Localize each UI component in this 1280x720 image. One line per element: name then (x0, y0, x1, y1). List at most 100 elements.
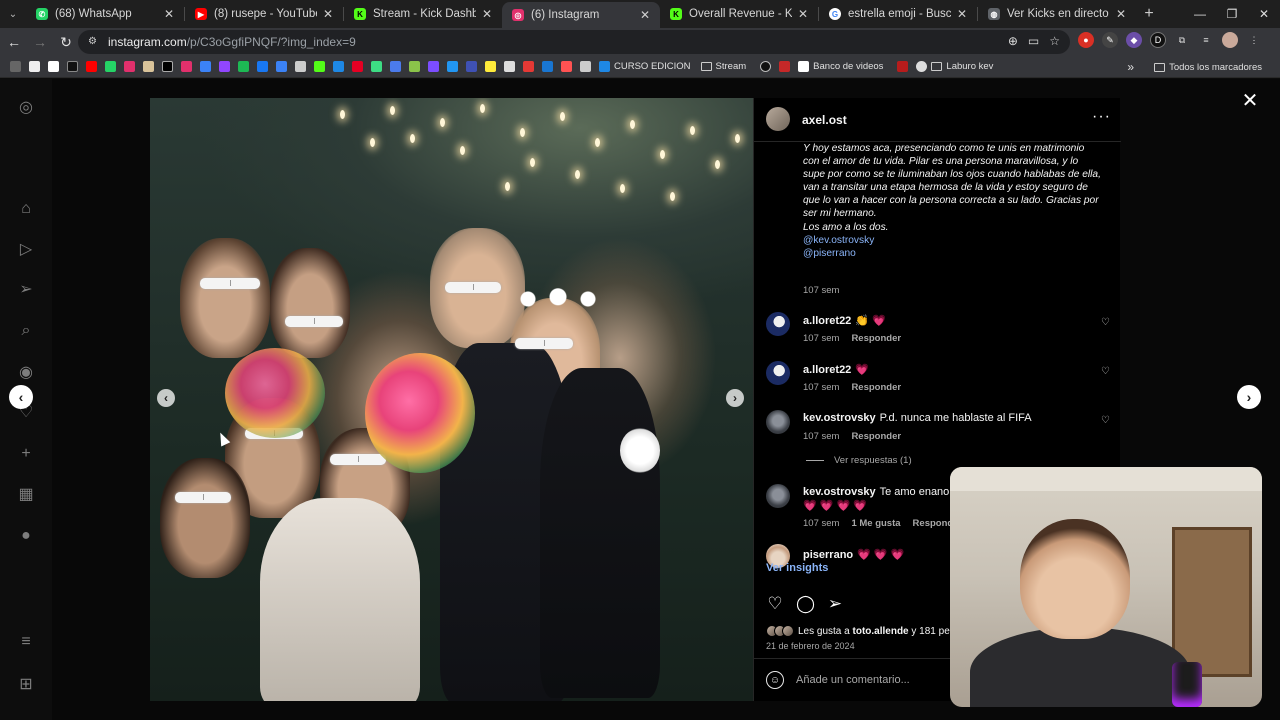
comment-username[interactable]: kev.ostrovsky (803, 486, 876, 498)
zoom-icon[interactable]: ⊕ (1008, 34, 1018, 48)
whatsapp-bookmark-icon[interactable] (105, 61, 116, 72)
post-date[interactable]: 21 de febrero de 2024 (766, 641, 855, 651)
bookmark-icon[interactable] (897, 61, 909, 72)
new-tab-button[interactable]: + (1136, 5, 1162, 23)
reels-icon[interactable]: ▷ (16, 239, 36, 259)
bookmark-icon[interactable] (466, 61, 477, 72)
pinterest-icon[interactable] (352, 61, 363, 72)
bookmark-icon[interactable] (390, 61, 401, 72)
bookmark-icon[interactable] (295, 61, 306, 72)
bookmark-icon[interactable] (504, 61, 515, 72)
bookmark-icon[interactable] (333, 61, 344, 72)
likes-summary[interactable]: Les gusta a toto.allende y 181 pe (766, 625, 950, 637)
bookmark-icon[interactable] (371, 61, 382, 72)
back-icon[interactable]: ← (2, 30, 26, 54)
close-tab-icon[interactable]: ✕ (1114, 7, 1128, 21)
apps-grid-icon[interactable] (10, 61, 21, 72)
comment-input[interactable]: Añade un comentario... (796, 674, 910, 686)
profile-icon[interactable]: ● (16, 526, 36, 546)
tab-ver-kicks[interactable]: ◍ Ver Kicks en directo ✕ (978, 0, 1136, 28)
reply-button[interactable]: Responder (851, 431, 901, 442)
caption-timestamp[interactable]: 107 sem (803, 285, 839, 296)
instagram-logo-icon[interactable]: ◎ (16, 97, 36, 117)
close-tab-icon[interactable]: ✕ (321, 7, 335, 21)
instagram-bookmark-icon[interactable] (181, 61, 192, 72)
like-heart-icon[interactable]: ♡ (766, 595, 784, 613)
bookmark-icon[interactable] (409, 61, 420, 72)
bookmark-icon[interactable] (48, 61, 59, 72)
likes-user[interactable]: toto.allende (853, 626, 909, 637)
minimize-icon[interactable]: — (1184, 0, 1216, 28)
close-modal-icon[interactable]: ✕ (1240, 91, 1260, 111)
close-tab-icon[interactable]: ✕ (955, 7, 969, 21)
also-from-meta-icon[interactable]: ⊞ (16, 674, 36, 694)
bookmark-folder-all[interactable]: Todos los marcadores (1154, 62, 1262, 73)
close-tab-icon[interactable]: ✕ (638, 8, 652, 22)
comment-time[interactable]: 107 sem (803, 518, 839, 529)
restore-icon[interactable]: ❐ (1216, 0, 1248, 28)
close-tab-icon[interactable]: ✕ (162, 7, 176, 21)
tab-instagram[interactable]: ◎ (6) Instagram ✕ (502, 2, 660, 28)
home-icon[interactable]: ⌂ (16, 199, 36, 219)
bookmark-icon[interactable] (760, 61, 772, 72)
more-bookmarks-icon[interactable]: » (1127, 60, 1134, 74)
mention-link[interactable]: @kev.ostrovsky (803, 234, 1103, 247)
bookmark-curso-edicion[interactable]: CURSO EDICION (595, 61, 691, 72)
bookmark-icon[interactable] (428, 61, 439, 72)
close-window-icon[interactable]: ✕ (1248, 0, 1280, 28)
next-post-icon[interactable]: › (1237, 385, 1261, 409)
view-replies-button[interactable]: Ver respuestas (1) (806, 455, 912, 466)
tab-kick-stream[interactable]: K Stream - Kick Dashboard ✕ (344, 0, 502, 28)
extension-purple-icon[interactable]: ◆ (1126, 32, 1142, 48)
instagram-bookmark-icon[interactable] (124, 61, 135, 72)
bookmark-star-icon[interactable]: ☆ (1049, 34, 1060, 48)
comment-username[interactable]: a.lloret22 (803, 315, 851, 327)
bookmark-banco-videos[interactable]: Banco de videos (794, 61, 883, 72)
bookmark-icon[interactable] (276, 61, 287, 72)
commenter-avatar[interactable] (766, 484, 790, 508)
tab-google-search[interactable]: G estrella emoji - Buscar con Go ✕ (819, 0, 977, 28)
messages-icon[interactable]: ➢ (16, 279, 36, 299)
bookmark-icon[interactable] (200, 61, 211, 72)
profile-avatar-icon[interactable] (1222, 32, 1238, 48)
bookmark-icon[interactable] (561, 61, 572, 72)
cast-icon[interactable]: ▭ (1028, 34, 1039, 48)
youtube-bookmark-icon[interactable] (86, 61, 97, 72)
bookmark-folder-stream[interactable]: Stream (700, 61, 746, 72)
bookmark-icon[interactable] (542, 61, 553, 72)
extension-pen-icon[interactable]: ✎ (1102, 32, 1118, 48)
bookmark-icon[interactable] (523, 61, 534, 72)
tab-search-button[interactable]: ⌄ (0, 0, 26, 28)
commenter-avatar[interactable] (766, 312, 790, 336)
comment-username[interactable]: kev.ostrovsky (803, 412, 876, 424)
site-info-icon[interactable]: ⚙ (88, 36, 100, 48)
more-options-icon[interactable]: ··· (1092, 108, 1111, 126)
emoji-icon[interactable]: ☺ (766, 671, 784, 689)
previous-post-icon[interactable]: ‹ (9, 385, 33, 409)
bookmark-icon[interactable] (485, 61, 496, 72)
dashboard-icon[interactable]: ▦ (16, 484, 36, 504)
like-comment-icon[interactable]: ♡ (1101, 318, 1111, 328)
mention-link[interactable]: @piserrano (803, 247, 1103, 260)
bookmark-icon[interactable] (916, 61, 928, 72)
reply-button[interactable]: Responder (851, 333, 901, 344)
comment-likes[interactable]: 1 Me gusta (851, 518, 900, 529)
like-comment-icon[interactable]: ♡ (1101, 416, 1111, 426)
extensions-puzzle-icon[interactable]: ⧉ (1174, 32, 1190, 48)
tab-whatsapp[interactable]: ✆ (68) WhatsApp ✕ (26, 0, 184, 28)
reply-button[interactable]: Responder (851, 382, 901, 393)
facebook-icon[interactable] (257, 61, 268, 72)
close-tab-icon[interactable]: ✕ (796, 7, 810, 21)
reload-icon[interactable]: ↻ (54, 30, 78, 54)
comment-time[interactable]: 107 sem (803, 382, 839, 393)
reading-list-icon[interactable]: ≡ (1198, 32, 1214, 48)
carousel-prev-icon[interactable]: ‹ (157, 389, 175, 407)
comment-bubble-icon[interactable]: ◯ (796, 595, 815, 613)
author-username[interactable]: axel.ost (802, 113, 847, 127)
browser-menu-icon[interactable]: ⋮ (1246, 32, 1262, 48)
comment-username[interactable]: a.lloret22 (803, 364, 851, 376)
share-send-icon[interactable]: ➢ (826, 595, 844, 613)
bookmark-icon[interactable] (143, 61, 154, 72)
author-avatar[interactable] (766, 107, 790, 131)
address-bar[interactable]: ⚙ instagram.com/p/C3oGgfiPNQF/?img_index… (78, 30, 1070, 54)
